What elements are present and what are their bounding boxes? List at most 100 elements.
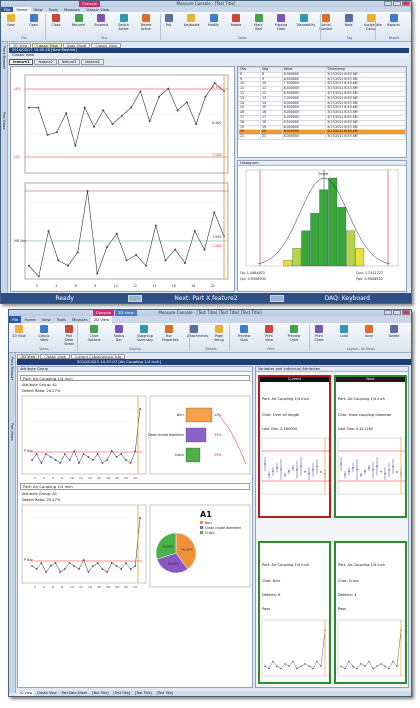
legend-swatch bbox=[200, 521, 203, 524]
side-tab-parts-browser-2[interactable]: Parts Browser bbox=[10, 357, 14, 380]
table-row[interactable]: 21 21 8.000000 3/17/2011 6:53 AM bbox=[238, 134, 406, 140]
status-daq: DAQ: Keyboard bbox=[324, 294, 370, 302]
page-setup-icon bbox=[215, 325, 223, 333]
hist-cp: Cp: 1.0464922 bbox=[240, 271, 265, 275]
ribbon-button-open-1[interactable]: Open bbox=[27, 14, 41, 27]
card-point bbox=[320, 471, 322, 473]
ribbon-button-note-15[interactable]: Note bbox=[342, 14, 356, 27]
g2-p-chart: P Bar2 4 6 8 10 12 14 16 18 20 22 24 bbox=[21, 504, 147, 589]
p-chart-point bbox=[40, 462, 43, 464]
minimize-button-2[interactable] bbox=[384, 310, 392, 315]
maximize-button-2[interactable] bbox=[393, 310, 401, 315]
save-icon bbox=[365, 325, 373, 333]
mr-point bbox=[115, 232, 118, 235]
ribbon-button-serial-number-14[interactable]: Serial Number bbox=[319, 14, 333, 31]
feature-tab-2[interactable]: feature2 bbox=[34, 59, 57, 65]
ribbon-button-page-setup-8[interactable]: Page Setup bbox=[212, 325, 226, 342]
close-button[interactable] bbox=[402, 1, 410, 6]
p-chart-point bbox=[134, 565, 137, 567]
ribbon-button-resume-3[interactable]: Resume bbox=[72, 14, 86, 27]
pareto-chart: Burr 42% Clean Inside diameter 33% Crack 25% bbox=[148, 395, 251, 475]
mr-point bbox=[86, 190, 89, 192]
tab-home-2[interactable]: Home bbox=[21, 316, 38, 323]
ribbon-button-poll-7[interactable]: Poll bbox=[162, 14, 176, 27]
ribbon-button-modify-9[interactable]: Modify bbox=[207, 14, 221, 27]
ribbon-button-print-chart-12[interactable]: Print Chart bbox=[312, 325, 326, 342]
tab-2d-view-ribbon[interactable]: 2D View bbox=[90, 316, 113, 323]
card-result: Pass bbox=[262, 607, 270, 611]
p-chart-point bbox=[68, 562, 71, 564]
bottom-tab-classic-view[interactable]: Classic View bbox=[35, 691, 59, 696]
ribbon-button-suspend-4[interactable]: Suspend bbox=[94, 14, 108, 27]
side-tab-part-views[interactable]: Part Views bbox=[2, 112, 6, 130]
ribbon-button-rotate-10[interactable]: Rotate bbox=[229, 14, 243, 27]
card-status: Next bbox=[336, 377, 405, 382]
card-char: Char: Over all length bbox=[262, 413, 300, 417]
ribbon-button-part-data-sheet-2[interactable]: Part Data Sheet bbox=[62, 325, 76, 346]
p-chart-point bbox=[134, 450, 137, 452]
characteristic-card[interactable]: Current Part: Air Coupling 1/4 inch Char: … bbox=[258, 375, 331, 518]
ribbon-button-switch-active-5[interactable]: Switch Active bbox=[117, 14, 131, 31]
bottom-tab-part-data-sheet[interactable]: Part Data Sheet bbox=[60, 691, 89, 696]
feature-tab-4[interactable]: feature4 bbox=[81, 59, 104, 65]
preview-chart-icon bbox=[290, 325, 298, 333]
side-tab-parts-browser[interactable]: Parts Browser bbox=[2, 46, 6, 69]
ribbon-button-run-properties-6[interactable]: Run Properties bbox=[162, 325, 179, 342]
ribbon-button-close-2[interactable]: Close bbox=[49, 14, 63, 27]
ribbon-button-classic-view-1[interactable]: Classic View bbox=[37, 325, 51, 342]
ribbon-button-traceability-13[interactable]: Traceability bbox=[297, 14, 315, 27]
bottom-tab-2d-view[interactable]: 2D View bbox=[17, 691, 35, 696]
tab-file-2[interactable]: File bbox=[9, 316, 22, 323]
mr-cl-value: 1.990 bbox=[212, 235, 221, 239]
ribbon-button-delete-active-6[interactable]: Delete Active bbox=[139, 14, 153, 31]
ribbon-button-label: Reports bbox=[387, 23, 400, 27]
tab-tools-2[interactable]: Tools bbox=[54, 316, 69, 323]
ribbon-button-2d-view-0[interactable]: 2D View bbox=[12, 325, 26, 338]
characteristic-card[interactable]: Part: Air Coupling 1/4 inch Char: Burr Def… bbox=[258, 541, 331, 684]
p-chart-point bbox=[63, 453, 66, 455]
xbar-point bbox=[213, 82, 216, 85]
bottom-tab-test-title-1[interactable]: [Test Title] bbox=[90, 691, 111, 696]
run-properties-icon bbox=[165, 325, 173, 333]
ribbon-button-new-0[interactable]: New bbox=[4, 14, 18, 27]
histogram-bar bbox=[292, 248, 302, 267]
ribbon-group-label: Display bbox=[129, 347, 141, 351]
ribbon-button-keyboard-8[interactable]: Keyboard bbox=[184, 14, 200, 27]
tab-view-2[interactable]: View bbox=[39, 316, 54, 323]
side-tab-part-views-2[interactable]: Part Views bbox=[10, 423, 14, 441]
ribbon-button-mark-bad-11[interactable]: Mark Bad bbox=[252, 14, 266, 31]
ribbon-button-label: Open bbox=[29, 23, 38, 27]
ribbon-button-status-bar-4[interactable]: Status Bar bbox=[112, 325, 126, 342]
bottom-tab-test-title-3[interactable]: [Test Title] bbox=[133, 691, 154, 696]
ribbon-button-load-13[interactable]: Load bbox=[337, 325, 351, 338]
ribbon-button-print-view-10[interactable]: Print View bbox=[262, 325, 276, 342]
tab-modules-2[interactable]: Modules bbox=[69, 316, 91, 323]
ribbon-button-reports-17[interactable]: Reports bbox=[387, 14, 401, 27]
mr-point bbox=[125, 259, 128, 262]
maximize-button[interactable] bbox=[393, 1, 401, 6]
ribbon-button-chart-options-3[interactable]: Chart Options bbox=[87, 325, 101, 342]
ribbon-button-label: Part Data Sheet bbox=[64, 334, 74, 346]
ribbon-button-delete-15[interactable]: Delete bbox=[387, 325, 401, 338]
card-status: Current bbox=[260, 377, 329, 382]
pareto-bar bbox=[185, 407, 213, 423]
ribbon-button-save-14[interactable]: Save bbox=[362, 325, 376, 338]
ribbon-button-missing-data-12[interactable]: Missing Data bbox=[274, 14, 288, 31]
characteristic-card[interactable]: Part: Air Coupling 1/4 inch Char: Crack De… bbox=[334, 541, 407, 684]
ribbon-button-subgroup-summary-5[interactable]: Subgroup Summary bbox=[137, 325, 153, 342]
characteristic-card[interactable]: Next Part: Air Coupling 1/4 inch Char: Hos… bbox=[334, 375, 407, 518]
p-bar-label: P Bar bbox=[24, 558, 34, 562]
bottom-tab-test-title-2[interactable]: [Test Title] bbox=[111, 691, 132, 696]
feature-tab-1[interactable]: feature1 bbox=[9, 59, 34, 65]
minimize-button[interactable] bbox=[384, 1, 392, 6]
card-point bbox=[348, 470, 350, 472]
x-tick-label: 6 bbox=[52, 585, 54, 589]
bottom-tab-test-title-4[interactable]: [Test Title] bbox=[155, 691, 176, 696]
ribbon-button-preview-view-9[interactable]: Preview View bbox=[237, 325, 251, 342]
new-icon bbox=[7, 14, 15, 22]
card-point bbox=[296, 667, 298, 670]
ribbon-button-preview-chart-11[interactable]: Preview Chart bbox=[287, 325, 301, 342]
feature-tab-3[interactable]: feature3 bbox=[57, 59, 81, 65]
info-bar-2: 2010/03/29 14:37:07 [Air Coupling 1/4 in… bbox=[17, 359, 411, 365]
close-button-2[interactable] bbox=[402, 310, 410, 315]
